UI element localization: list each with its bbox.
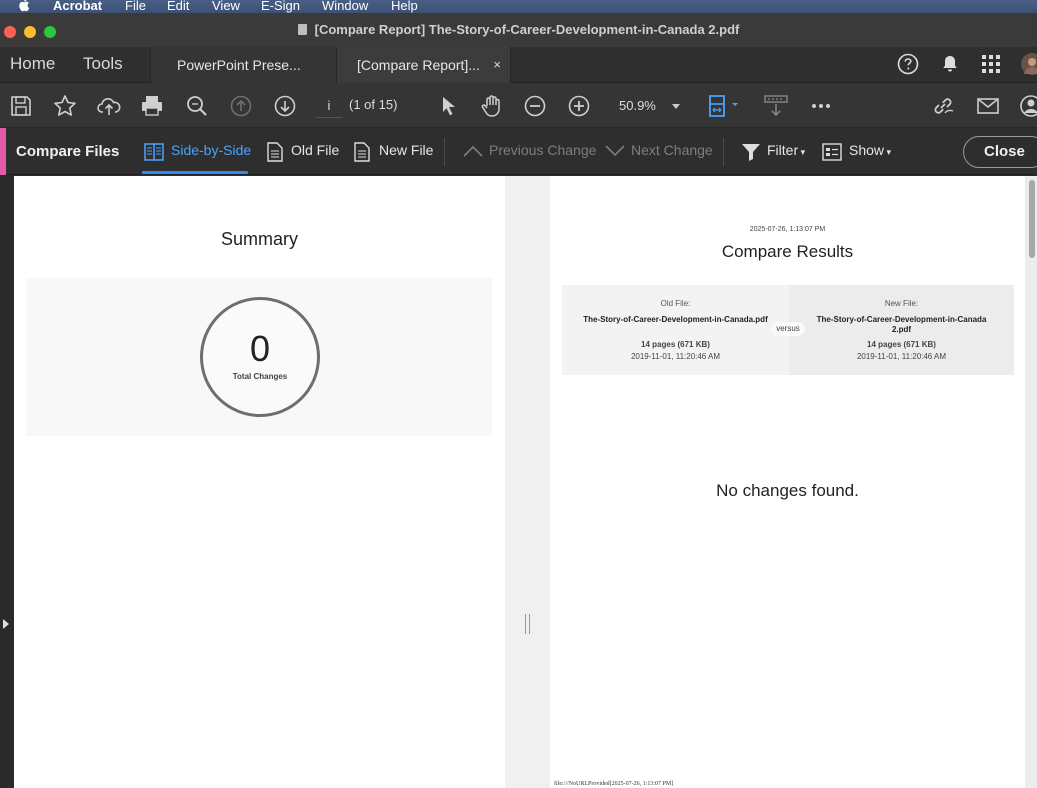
side-by-side-button[interactable]: Side-by-Side <box>171 142 251 158</box>
summary-title: Summary <box>220 229 298 249</box>
main-toolbar: i (1 of 15) 50.9% <box>0 83 1037 128</box>
document-view: Summary 0 Total Changes 2025-07-26, 1:13… <box>0 176 1037 788</box>
total-changes-label: Total Changes <box>232 372 288 381</box>
compare-results-pane: 2025-07-26, 1:13:07 PM Compare Results O… <box>550 176 1025 788</box>
filter-dropdown-button[interactable]: Filter ▾ <box>767 142 805 158</box>
close-compare-button[interactable]: Close <box>963 136 1037 168</box>
scroll-mode-icon[interactable] <box>762 93 790 119</box>
toolbar-divider <box>444 138 445 166</box>
compare-results-title: Compare Results <box>721 242 854 261</box>
print-icon[interactable] <box>139 93 165 119</box>
cloud-upload-icon[interactable] <box>96 93 122 119</box>
next-change-button[interactable]: Next Change <box>631 142 713 158</box>
new-file-date: 2019-11-01, 11:20:46 AM <box>856 352 947 361</box>
pane-divider[interactable] <box>505 176 550 788</box>
tab-document-compare-report[interactable]: [Compare Report]... × <box>337 47 511 83</box>
compare-toolbar: Compare Files Side-by-Side Old File New … <box>0 128 1037 175</box>
next-page-icon[interactable] <box>272 93 298 119</box>
old-file-button[interactable]: Old File <box>291 142 339 158</box>
tab-bar: Home Tools PowerPoint Prese... [Compare … <box>0 47 1037 83</box>
chevron-up-icon[interactable] <box>461 142 485 165</box>
left-panel-gutter <box>0 176 14 788</box>
tab-tools[interactable]: Tools <box>83 54 123 74</box>
apps-grid-icon[interactable] <box>980 53 1002 80</box>
old-file-date: 2019-11-01, 11:20:46 AM <box>630 352 721 361</box>
scrollbar-thumb[interactable] <box>1029 180 1035 258</box>
star-bookmark-icon[interactable] <box>52 93 78 119</box>
page-count: (1 of 15) <box>349 97 398 112</box>
account-icon[interactable] <box>1018 93 1037 119</box>
user-avatar[interactable] <box>1020 52 1037 81</box>
menu-file[interactable]: File <box>125 0 146 13</box>
old-file-name: The-Story-of-Career-Development-in-Canad… <box>583 315 768 324</box>
expand-panel-icon[interactable] <box>3 619 9 629</box>
window-title-bar: [Compare Report] The-Story-of-Career-Dev… <box>0 13 1037 47</box>
total-changes-ring: 0 Total Changes <box>200 297 320 417</box>
document-icon <box>297 24 307 35</box>
share-link-icon[interactable] <box>930 93 956 119</box>
previous-page-icon[interactable] <box>228 93 254 119</box>
versus-badge: versus <box>771 322 805 336</box>
page-number-input[interactable]: i <box>316 94 342 118</box>
new-file-button[interactable]: New File <box>379 142 433 158</box>
old-file-info: Old File: The-Story-of-Career-Developmen… <box>562 285 789 375</box>
notifications-bell-icon[interactable] <box>939 53 961 80</box>
menu-view[interactable]: View <box>212 0 240 13</box>
menu-esign[interactable]: E-Sign <box>261 0 300 13</box>
apple-menu-icon[interactable] <box>18 0 30 12</box>
summary-box: 0 Total Changes <box>26 278 492 436</box>
menu-edit[interactable]: Edit <box>167 0 189 13</box>
page-footer-url: file:///NoURLProvided[2025-07-26, 1:13:0… <box>554 781 674 787</box>
menu-app-name[interactable]: Acrobat <box>53 0 102 13</box>
select-cursor-icon[interactable] <box>436 93 462 119</box>
tab-document-powerpoint[interactable]: PowerPoint Prese... <box>150 47 337 83</box>
old-file-icon[interactable] <box>265 141 285 168</box>
zoom-out-icon[interactable] <box>522 93 548 119</box>
report-date: 2025-07-26, 1:13:07 PM <box>749 226 826 233</box>
total-changes-count: 0 <box>249 328 271 369</box>
new-file-icon[interactable] <box>352 141 372 168</box>
no-changes-message: No changes found. <box>716 481 859 500</box>
active-tab-indicator <box>142 171 248 174</box>
show-dropdown-button[interactable]: Show ▾ <box>849 142 891 158</box>
menu-help[interactable]: Help <box>391 0 418 13</box>
new-file-name: The-Story-of-Career-Development-in-Canad… <box>816 315 987 334</box>
menu-window[interactable]: Window <box>322 0 368 13</box>
previous-change-button[interactable]: Previous Change <box>489 142 596 158</box>
resize-grip-icon[interactable] <box>525 614 530 634</box>
window-title: [Compare Report] The-Story-of-Career-Dev… <box>0 22 1037 37</box>
toolbar-divider <box>723 138 724 166</box>
zoom-search-icon[interactable] <box>184 93 210 119</box>
new-file-heading: New File: <box>884 299 919 308</box>
old-file-pages: 14 pages (671 KB) <box>641 340 710 349</box>
chevron-down-icon[interactable] <box>603 142 627 165</box>
hand-tool-icon[interactable] <box>479 93 505 119</box>
more-options-icon[interactable] <box>808 93 834 119</box>
new-file-pages: 14 pages (671 KB) <box>867 340 936 349</box>
summary-pane: Summary 0 Total Changes <box>14 176 505 788</box>
tab-home[interactable]: Home <box>10 54 55 74</box>
vertical-scrollbar[interactable] <box>1025 176 1037 788</box>
zoom-in-icon[interactable] <box>566 93 592 119</box>
macos-menu-bar: Acrobat File Edit View E-Sign Window Hel… <box>0 0 1037 13</box>
filter-funnel-icon[interactable] <box>740 142 762 167</box>
side-by-side-icon[interactable] <box>143 141 165 168</box>
zoom-level-dropdown[interactable]: 50.9% <box>608 94 688 118</box>
close-tab-icon[interactable]: × <box>493 47 501 83</box>
compare-tool-marker <box>0 128 6 175</box>
new-file-info: New File: The-Story-of-Career-Developmen… <box>789 285 1014 375</box>
fit-page-icon[interactable] <box>706 93 742 119</box>
show-list-icon[interactable] <box>821 142 843 167</box>
chevron-down-icon <box>672 104 680 109</box>
save-icon[interactable] <box>8 93 34 119</box>
email-icon[interactable] <box>975 93 1001 119</box>
old-file-heading: Old File: <box>660 299 691 308</box>
help-icon[interactable] <box>897 53 919 80</box>
compare-files-title: Compare Files <box>16 143 120 160</box>
